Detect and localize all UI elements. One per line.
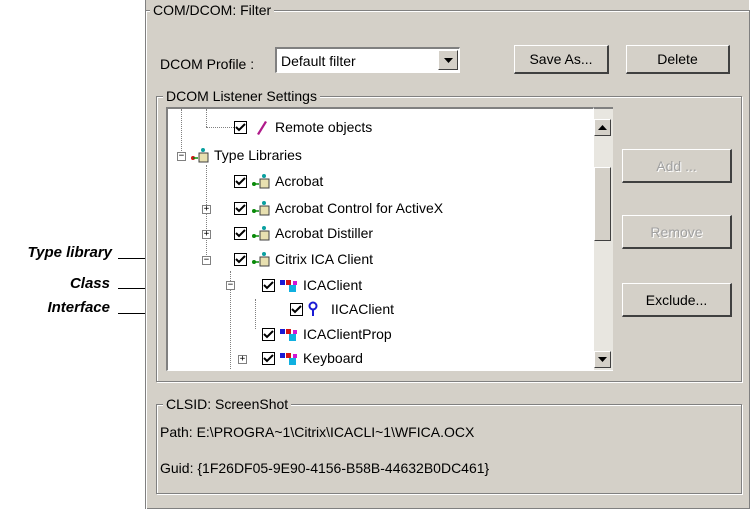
exclude-button[interactable]: Exclude... xyxy=(622,283,732,317)
profile-label: DCOM Profile : xyxy=(160,56,255,72)
tree-line xyxy=(206,127,234,128)
scroll-up-icon[interactable] xyxy=(594,119,611,136)
pencil-icon xyxy=(257,121,267,135)
delete-button[interactable]: Delete xyxy=(626,45,730,74)
listener-group-title: DCOM Listener Settings xyxy=(163,88,320,104)
tree-item-label: Acrobat xyxy=(275,173,324,189)
tree-item-label: ICAClientProp xyxy=(303,326,392,342)
class-icon xyxy=(280,353,297,365)
listener-tree[interactable]: Remote objects − Type Libraries Acrobat … xyxy=(166,107,594,371)
profile-select-value: Default filter xyxy=(281,53,356,69)
add-button[interactable]: Add ... xyxy=(622,149,732,183)
tree-item[interactable]: Acrobat Distiller xyxy=(234,223,373,243)
callout-class: Class xyxy=(69,275,110,292)
filter-group-title: COM/DCOM: Filter xyxy=(150,2,275,18)
scroll-down-icon[interactable] xyxy=(594,351,611,368)
tree-item-label: Acrobat Control for ActiveX xyxy=(275,200,444,216)
tree-item[interactable]: Citrix ICA Client xyxy=(234,249,373,269)
checkbox[interactable] xyxy=(290,302,303,316)
profile-select[interactable]: Default filter xyxy=(275,47,460,73)
clsid-guid: Guid: {1F26DF05-9E90-4156-B58B-44632B0DC… xyxy=(160,460,490,476)
callout-type-library: Type library xyxy=(27,244,112,261)
tree-line xyxy=(181,109,182,157)
tree-item[interactable]: IICAClient xyxy=(290,299,394,319)
class-icon xyxy=(280,280,297,292)
checkbox[interactable] xyxy=(234,252,247,266)
type-library-icon xyxy=(191,148,209,163)
tree-item-label: Type Libraries xyxy=(214,147,302,163)
chevron-down-icon[interactable] xyxy=(438,50,458,70)
type-library-icon xyxy=(252,201,270,216)
type-library-icon xyxy=(252,174,270,189)
checkbox[interactable] xyxy=(234,201,247,215)
callout-interface: Interface xyxy=(47,299,110,316)
checkbox[interactable] xyxy=(234,226,247,240)
checkbox-remote-objects[interactable] xyxy=(234,120,247,134)
tree-item-label: Citrix ICA Client xyxy=(275,251,374,267)
interface-icon xyxy=(308,301,318,316)
tree-item[interactable]: Keyboard xyxy=(262,348,363,368)
delete-label: Delete xyxy=(657,51,698,67)
remove-label: Remove xyxy=(650,223,703,240)
tree-line xyxy=(206,109,207,127)
exclude-label: Exclude... xyxy=(645,291,708,308)
tree-item[interactable]: Acrobat Control for ActiveX xyxy=(234,198,443,218)
collapse-icon[interactable]: − xyxy=(202,256,211,265)
checkbox[interactable] xyxy=(262,278,275,292)
tree-item[interactable]: Acrobat xyxy=(234,171,323,191)
tree-item[interactable]: ICAClientProp xyxy=(262,324,392,344)
tree-item-label: ICAClient xyxy=(303,277,363,293)
remove-button[interactable]: Remove xyxy=(622,215,732,249)
scrollbar-thumb[interactable] xyxy=(594,167,611,241)
collapse-icon[interactable]: − xyxy=(177,152,186,161)
clsid-path: Path: E:\PROGRA~1\Citrix\ICACLI~1\WFICA.… xyxy=(160,424,475,440)
clsid-group-title: CLSID: ScreenShot xyxy=(163,396,292,412)
checkbox[interactable] xyxy=(262,351,275,365)
tree-item[interactable]: Remote objects xyxy=(234,117,372,137)
type-library-icon xyxy=(252,226,270,241)
add-label: Add ... xyxy=(656,157,697,174)
save-as-label: Save As... xyxy=(529,51,593,67)
class-icon xyxy=(280,329,297,341)
collapse-icon[interactable]: − xyxy=(226,281,235,290)
expand-icon[interactable]: + xyxy=(238,355,247,364)
tree-item-label: Remote objects xyxy=(275,119,373,135)
tree-item-label: Acrobat Distiller xyxy=(275,225,374,241)
tree-item-label: Keyboard xyxy=(303,350,363,366)
tree-item[interactable]: Type Libraries xyxy=(190,145,302,165)
expand-icon[interactable]: + xyxy=(202,205,211,214)
tree-line xyxy=(255,299,256,329)
tree-item[interactable]: ICAClient xyxy=(262,275,362,295)
tree-scrollbar[interactable] xyxy=(594,107,613,371)
save-as-button[interactable]: Save As... xyxy=(514,45,609,74)
tree-item-label: IICAClient xyxy=(331,301,395,317)
type-library-icon xyxy=(252,252,270,267)
expand-icon[interactable]: + xyxy=(202,230,211,239)
checkbox[interactable] xyxy=(262,327,275,341)
clsid-group: CLSID: ScreenShot xyxy=(156,396,742,494)
checkbox[interactable] xyxy=(234,174,247,188)
